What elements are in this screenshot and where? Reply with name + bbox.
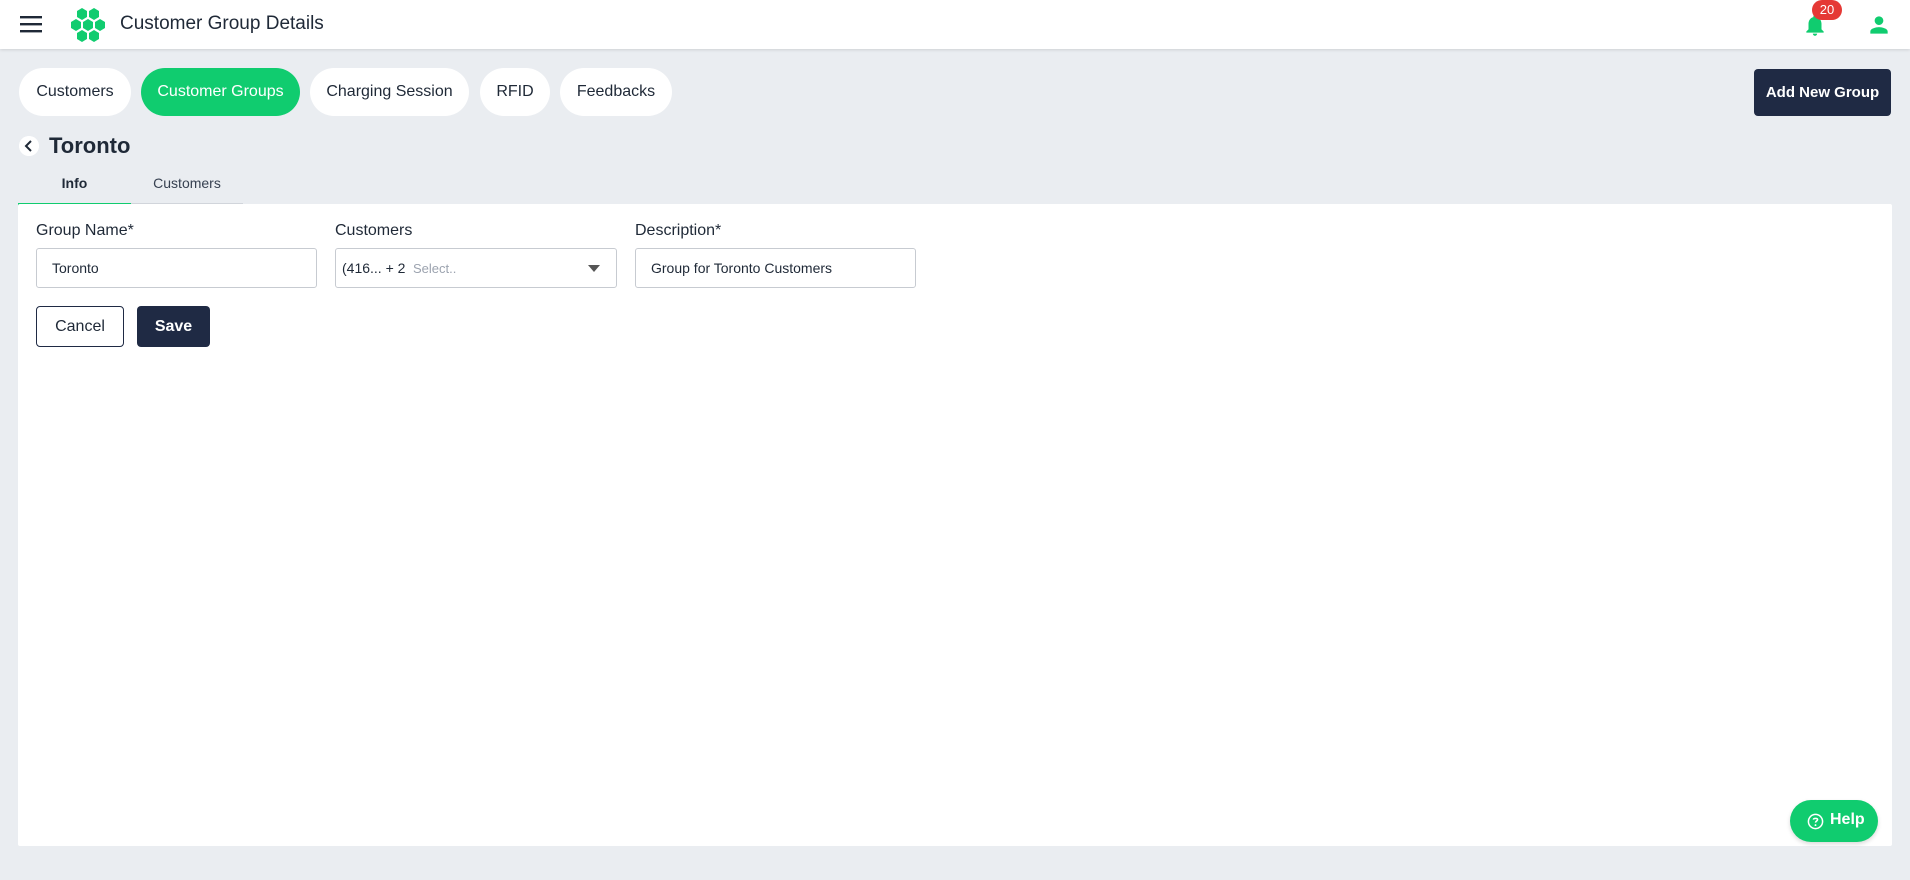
form-panel	[18, 204, 1892, 846]
help-label: Help	[1830, 811, 1865, 828]
top-app-bar: Customer Group Details 20	[0, 0, 1910, 49]
description-field-wrapper	[635, 248, 916, 288]
caret-down-icon[interactable]	[588, 265, 600, 272]
group-name-input[interactable]	[37, 249, 316, 287]
tab-charging-session[interactable]: Charging Session	[310, 68, 469, 116]
tab-customers[interactable]: Customers	[19, 68, 131, 116]
tab-rfid[interactable]: RFID	[480, 68, 550, 116]
hexagon-cluster-logo	[71, 8, 105, 42]
help-button[interactable]: Help	[1790, 800, 1878, 842]
tab-customer-groups[interactable]: Customer Groups	[141, 68, 300, 116]
group-name-label: Group Name*	[36, 222, 134, 239]
subtab-bar: Info Customers	[18, 166, 243, 206]
save-button[interactable]: Save	[137, 306, 210, 347]
chevron-left-icon[interactable]	[19, 136, 39, 156]
customers-select[interactable]: (416... + 2 Select..	[335, 248, 617, 288]
description-label: Description*	[635, 222, 722, 239]
user-icon[interactable]	[1866, 12, 1892, 38]
customers-selected-value: (416... + 2	[342, 260, 406, 276]
subtab-info[interactable]: Info	[18, 166, 131, 206]
app-title: Customer Group Details	[120, 13, 324, 34]
page-title: Toronto	[49, 133, 131, 158]
customers-label: Customers	[335, 222, 413, 239]
group-name-field-wrapper	[36, 248, 317, 288]
cancel-button[interactable]: Cancel	[36, 306, 124, 347]
customers-select-placeholder: Select..	[413, 261, 457, 276]
hamburger-menu-icon[interactable]	[20, 14, 44, 34]
add-new-group-button[interactable]: Add New Group	[1754, 69, 1891, 116]
subtab-customers[interactable]: Customers	[131, 166, 243, 203]
description-input[interactable]	[636, 249, 915, 287]
notification-badge: 20	[1812, 0, 1842, 20]
tab-feedbacks[interactable]: Feedbacks	[560, 68, 672, 116]
question-circle-icon	[1807, 813, 1824, 830]
